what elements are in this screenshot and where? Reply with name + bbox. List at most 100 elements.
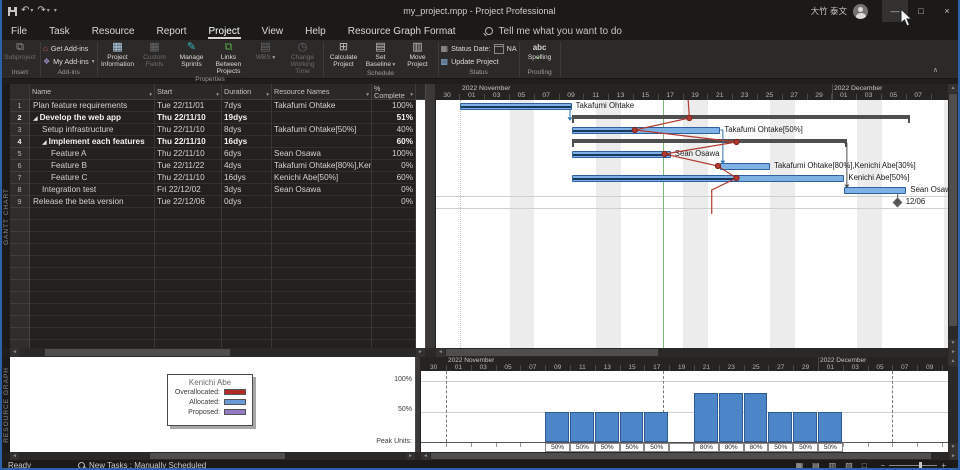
task-name-cell[interactable]: ◢Develop the web app	[30, 112, 155, 124]
empty-cell[interactable]	[272, 304, 372, 316]
task-resources-cell[interactable]	[272, 112, 372, 124]
task-duration-cell[interactable]: 4dys	[222, 160, 272, 172]
column-header-name[interactable]: Name▾	[30, 84, 155, 100]
task-complete-cell[interactable]: 40%	[372, 124, 416, 136]
gantt-vertical-scrollbar[interactable]: ▲ ▼	[948, 84, 958, 348]
empty-cell[interactable]	[272, 220, 372, 232]
empty-cell[interactable]	[155, 220, 222, 232]
column-header-resource-names[interactable]: Resource Names▾	[272, 84, 372, 100]
resource-graph-vertical-scrollbar[interactable]: ▲ ▼	[948, 357, 958, 452]
task-complete-cell[interactable]: 60%	[372, 172, 416, 184]
task-complete-cell[interactable]: 100%	[372, 148, 416, 160]
set-baseline-button[interactable]: ▤Set Baseline ▾	[363, 41, 399, 69]
empty-cell[interactable]	[272, 316, 372, 328]
empty-cell[interactable]	[222, 280, 272, 292]
tab-help[interactable]: Help	[294, 22, 337, 40]
scroll-right-icon[interactable]: ►	[416, 348, 425, 357]
task-bar[interactable]	[572, 175, 845, 182]
task-resources-cell[interactable]	[272, 136, 372, 148]
empty-cell[interactable]	[155, 268, 222, 280]
my-add-ins-button[interactable]: ❖My Add-ins▾	[43, 56, 95, 67]
column-header-duration[interactable]: Duration▾	[222, 84, 272, 100]
tab-project[interactable]: Project	[198, 22, 251, 40]
task-start-cell[interactable]: Thu 22/11/10	[155, 172, 222, 184]
task-start-cell[interactable]: Tue 22/11/01	[155, 100, 222, 112]
empty-cell[interactable]	[222, 304, 272, 316]
scroll-right-icon[interactable]: ►	[949, 348, 958, 357]
empty-cell[interactable]	[222, 220, 272, 232]
calculate-project-button[interactable]: ⊞Calculate Project	[326, 41, 362, 68]
empty-cell[interactable]	[155, 292, 222, 304]
task-resources-cell[interactable]: Takafumi Ohtake[80%],Kenichi Abe[30%]	[272, 160, 372, 172]
empty-cell[interactable]	[30, 340, 155, 348]
empty-cell[interactable]	[155, 280, 222, 292]
task-start-cell[interactable]: Thu 22/11/10	[155, 136, 222, 148]
task-start-cell[interactable]: Tue 22/11/22	[155, 160, 222, 172]
task-duration-cell[interactable]: 16dys	[222, 172, 272, 184]
scroll-down-icon[interactable]: ▼	[948, 443, 958, 452]
empty-cell[interactable]	[30, 208, 155, 220]
empty-cell[interactable]	[222, 268, 272, 280]
task-name-cell[interactable]: ◢Implement each features	[30, 136, 155, 148]
empty-cell[interactable]	[30, 220, 155, 232]
empty-cell[interactable]	[222, 244, 272, 256]
empty-cell[interactable]	[272, 292, 372, 304]
task-bar[interactable]	[460, 103, 572, 110]
tab-view[interactable]: View	[251, 22, 295, 40]
tell-me-search[interactable]: Tell me what you want to do	[485, 26, 622, 37]
task-name-cell[interactable]: Feature B	[30, 160, 155, 172]
task-bar[interactable]	[844, 187, 906, 194]
empty-cell[interactable]	[155, 316, 222, 328]
task-resources-cell[interactable]	[272, 196, 372, 208]
expand-collapse-icon[interactable]: ◢	[42, 140, 47, 146]
task-complete-cell[interactable]: 60%	[372, 136, 416, 148]
task-resources-cell[interactable]: Kenichi Abe[50%]	[272, 172, 372, 184]
scroll-up-icon[interactable]: ▲	[948, 357, 958, 366]
filter-dropdown-icon[interactable]: ▾	[216, 92, 219, 98]
scrollbar-thumb[interactable]	[446, 349, 658, 356]
empty-cell[interactable]	[155, 256, 222, 268]
task-resources-cell[interactable]: Sean Osawa	[272, 184, 372, 196]
column-header-complete[interactable]: % Complete▾	[372, 84, 416, 100]
undo-button[interactable]: ↶▾	[21, 6, 33, 16]
task-bar[interactable]	[572, 127, 721, 134]
empty-cell[interactable]	[372, 304, 416, 316]
empty-cell[interactable]	[372, 208, 416, 220]
task-duration-cell[interactable]: 19dys	[222, 112, 272, 124]
empty-cell[interactable]	[222, 208, 272, 220]
task-start-cell[interactable]: Thu 22/11/10	[155, 112, 222, 124]
empty-cell[interactable]	[372, 256, 416, 268]
tab-resource[interactable]: Resource	[81, 22, 146, 40]
empty-cell[interactable]	[372, 340, 416, 348]
project-information-button[interactable]: ▦Project Information	[100, 41, 136, 68]
table-horizontal-scrollbar[interactable]: ◄ ►	[10, 348, 425, 357]
empty-cell[interactable]	[155, 208, 222, 220]
summary-bar[interactable]	[572, 115, 911, 119]
task-complete-cell[interactable]: 100%	[372, 100, 416, 112]
filter-dropdown-icon[interactable]: ▾	[149, 92, 152, 98]
empty-cell[interactable]	[30, 256, 155, 268]
empty-cell[interactable]	[272, 280, 372, 292]
empty-cell[interactable]	[372, 220, 416, 232]
scrollbar-thumb[interactable]	[45, 349, 230, 356]
task-complete-cell[interactable]: 0%	[372, 196, 416, 208]
qat-customize-button[interactable]: ▾	[54, 6, 57, 16]
empty-cell[interactable]	[30, 268, 155, 280]
task-start-cell[interactable]: Fri 22/12/02	[155, 184, 222, 196]
empty-cell[interactable]	[155, 244, 222, 256]
empty-cell[interactable]	[222, 256, 272, 268]
zoom-slider[interactable]	[889, 465, 937, 466]
scrollbar-thumb[interactable]	[150, 453, 285, 459]
gantt-chart-area[interactable]: Takafumi OhtakeTakafumi Ohtake[50%]Sean …	[436, 100, 948, 348]
task-duration-cell[interactable]: 3dys	[222, 184, 272, 196]
task-complete-cell[interactable]: 0%	[372, 184, 416, 196]
task-resources-cell[interactable]: Takafumi Ohtake[50%]	[272, 124, 372, 136]
empty-cell[interactable]	[30, 292, 155, 304]
spelling-button[interactable]: abc✓Spelling	[522, 41, 558, 61]
resource-graph-horizontal-scrollbar[interactable]: ◄ ►	[421, 452, 958, 460]
filter-dropdown-icon[interactable]: ▾	[410, 92, 413, 98]
empty-cell[interactable]	[222, 316, 272, 328]
scroll-up-icon[interactable]: ▲	[948, 84, 958, 93]
task-duration-cell[interactable]: 6dys	[222, 148, 272, 160]
scroll-left-icon[interactable]: ◄	[10, 452, 19, 460]
